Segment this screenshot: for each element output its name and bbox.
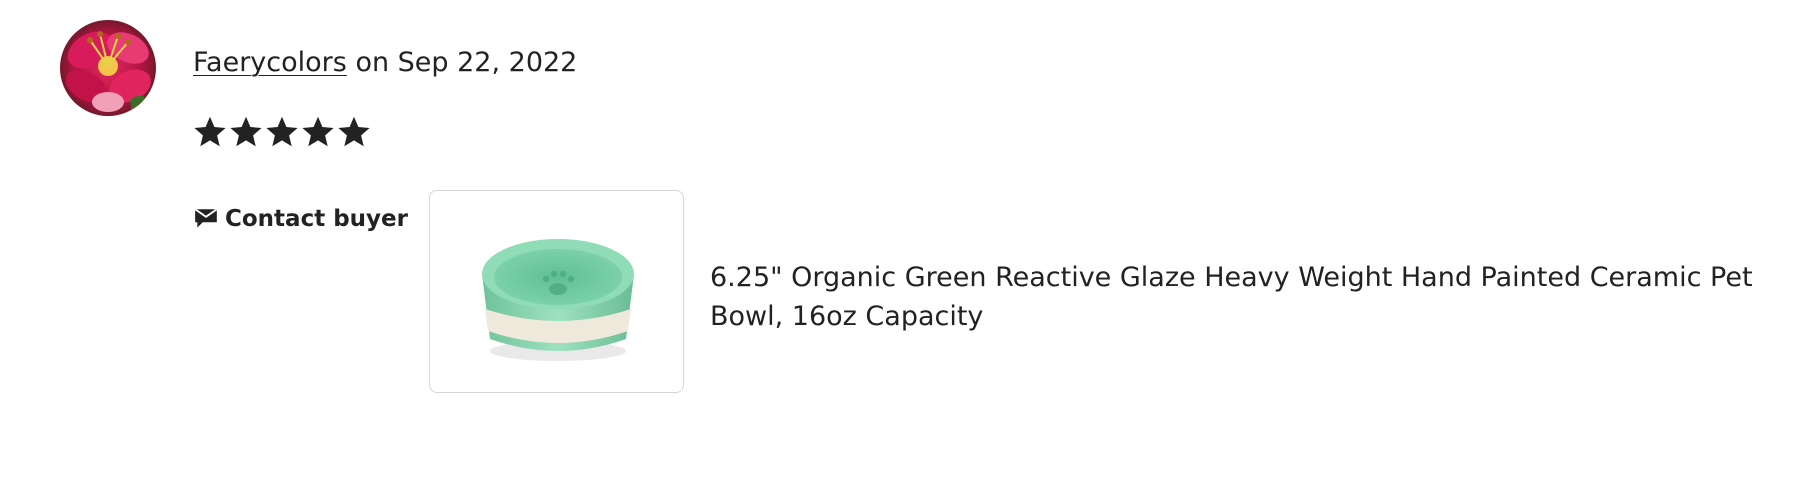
star-icon [302,116,334,147]
message-icon [194,208,218,228]
review-date: on Sep 22, 2022 [355,47,578,78]
reviewer-avatar[interactable] [60,20,156,116]
star-rating [192,113,372,151]
star-icon [230,116,262,147]
product-thumbnail[interactable] [429,190,684,393]
flower-photo-icon [60,20,156,116]
product-title-link[interactable]: 6.25" Organic Green Reactive Glaze Heavy… [710,258,1770,336]
review-header: Faerycolors on Sep 22, 2022 [193,46,577,80]
star-icon [194,116,226,147]
star-icon [266,116,298,147]
star-icon [338,116,370,147]
pet-bowl-image [482,239,634,361]
reviewer-name-link[interactable]: Faerycolors [193,47,347,78]
contact-buyer-label: Contact buyer [225,206,408,232]
contact-buyer-button[interactable]: Contact buyer [193,204,408,234]
